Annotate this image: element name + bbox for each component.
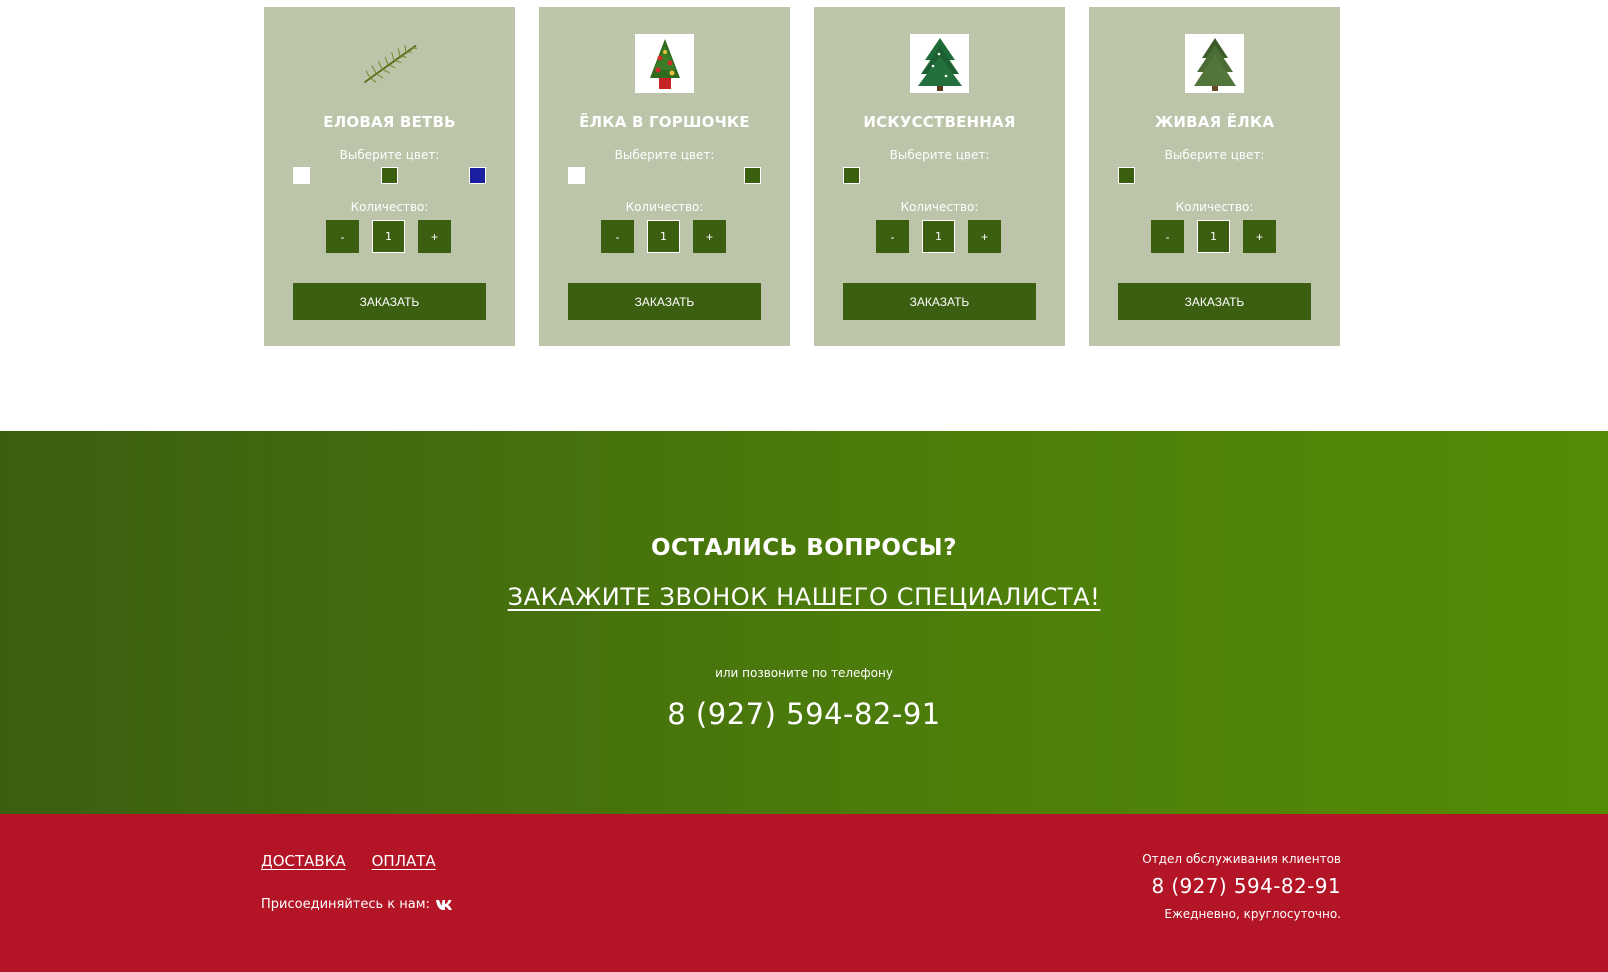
customer-service-block: Отдел обслуживания клиентов 8 (927) 594-… (1142, 852, 1341, 921)
quantity-stepper: - 1 + (1151, 220, 1277, 253)
quantity-increase-button[interactable]: + (1243, 220, 1276, 253)
color-swatch-blue[interactable] (469, 167, 486, 184)
quantity-input[interactable]: 1 (922, 220, 955, 253)
footer-link-payment[interactable]: ОПЛАТА (372, 852, 436, 870)
quantity-label: Количество: (350, 200, 429, 214)
quantity-increase-button[interactable]: + (968, 220, 1001, 253)
quantity-decrease-button[interactable]: - (1151, 220, 1184, 253)
product-card: ЖИВАЯ ЁЛКА Выберите цвет: Количество: - … (1089, 7, 1340, 346)
color-label: Выберите цвет: (614, 148, 715, 162)
social-join: Присоединяйтесь к нам: (261, 897, 453, 912)
request-callback-link[interactable]: ЗАКАЖИТЕ ЗВОНОК НАШЕГО СПЕЦИАЛИСТА! (508, 583, 1101, 611)
artificial-tree-icon (910, 34, 969, 93)
color-options (1118, 167, 1311, 184)
product-title: ЕЛОВАЯ ВЕТВЬ (323, 113, 456, 131)
product-card: ЁЛКА В ГОРШОЧКЕ Выберите цвет: Количеств… (539, 7, 790, 346)
questions-section: ОСТАЛИСЬ ВОПРОСЫ? ЗАКАЖИТЕ ЗВОНОК НАШЕГО… (0, 431, 1608, 814)
color-swatch-green[interactable] (744, 167, 761, 184)
quantity-stepper: - 1 + (601, 220, 727, 253)
color-options (568, 167, 761, 184)
color-label: Выберите цвет: (339, 148, 440, 162)
callback-link-wrap: ЗАКАЖИТЕ ЗВОНОК НАШЕГО СПЕЦИАЛИСТА! (0, 583, 1608, 611)
color-label: Выберите цвет: (1164, 148, 1265, 162)
quantity-label: Количество: (625, 200, 704, 214)
fir-branch-icon (360, 34, 419, 93)
order-button[interactable]: ЗАКАЗАТЬ (843, 283, 1036, 320)
quantity-stepper: - 1 + (876, 220, 1002, 253)
color-options (293, 167, 486, 184)
potted-tree-icon (635, 34, 694, 93)
product-title: ИСКУССТВЕННАЯ (863, 113, 1016, 131)
color-swatch-green[interactable] (1118, 167, 1135, 184)
footer-link-delivery[interactable]: ДОСТАВКА (261, 852, 346, 870)
footer: ДОСТАВКА ОПЛАТА Присоединяйтесь к нам: О… (0, 814, 1608, 972)
product-title: ЖИВАЯ ЁЛКА (1154, 113, 1275, 131)
quantity-stepper: - 1 + (326, 220, 452, 253)
join-text: Присоединяйтесь к нам: (261, 897, 430, 912)
product-title: ЁЛКА В ГОРШОЧКЕ (579, 113, 750, 131)
color-swatch-white[interactable] (568, 167, 585, 184)
quantity-decrease-button[interactable]: - (326, 220, 359, 253)
order-button[interactable]: ЗАКАЗАТЬ (1118, 283, 1311, 320)
quantity-increase-button[interactable]: + (418, 220, 451, 253)
vk-icon[interactable] (435, 899, 453, 911)
product-card: ИСКУССТВЕННАЯ Выберите цвет: Количество:… (814, 7, 1065, 346)
color-swatch-green[interactable] (843, 167, 860, 184)
live-tree-icon (1185, 34, 1244, 93)
color-swatch-green[interactable] (381, 167, 398, 184)
product-list: ЕЛОВАЯ ВЕТВЬ Выберите цвет: Количество: … (264, 7, 1340, 346)
color-label: Выберите цвет: (889, 148, 990, 162)
order-button[interactable]: ЗАКАЗАТЬ (568, 283, 761, 320)
questions-title: ОСТАЛИСЬ ВОПРОСЫ? (651, 535, 957, 561)
call-subtitle: или позвоните по телефону (715, 666, 893, 680)
quantity-label: Количество: (1175, 200, 1254, 214)
quantity-increase-button[interactable]: + (693, 220, 726, 253)
working-hours: Ежедневно, круглосуточно. (1164, 907, 1341, 921)
color-swatch-white[interactable] (293, 167, 310, 184)
product-card: ЕЛОВАЯ ВЕТВЬ Выберите цвет: Количество: … (264, 7, 515, 346)
footer-links: ДОСТАВКА ОПЛАТА (261, 852, 436, 870)
customer-service-label: Отдел обслуживания клиентов (1142, 852, 1341, 866)
order-button[interactable]: ЗАКАЗАТЬ (293, 283, 486, 320)
color-options (843, 167, 1036, 184)
quantity-decrease-button[interactable]: - (876, 220, 909, 253)
quantity-input[interactable]: 1 (1197, 220, 1230, 253)
quantity-decrease-button[interactable]: - (601, 220, 634, 253)
quantity-label: Количество: (900, 200, 979, 214)
quantity-input[interactable]: 1 (372, 220, 405, 253)
footer-phone-number[interactable]: 8 (927) 594-82-91 (1142, 874, 1341, 898)
quantity-input[interactable]: 1 (647, 220, 680, 253)
phone-number[interactable]: 8 (927) 594-82-91 (0, 697, 1608, 731)
